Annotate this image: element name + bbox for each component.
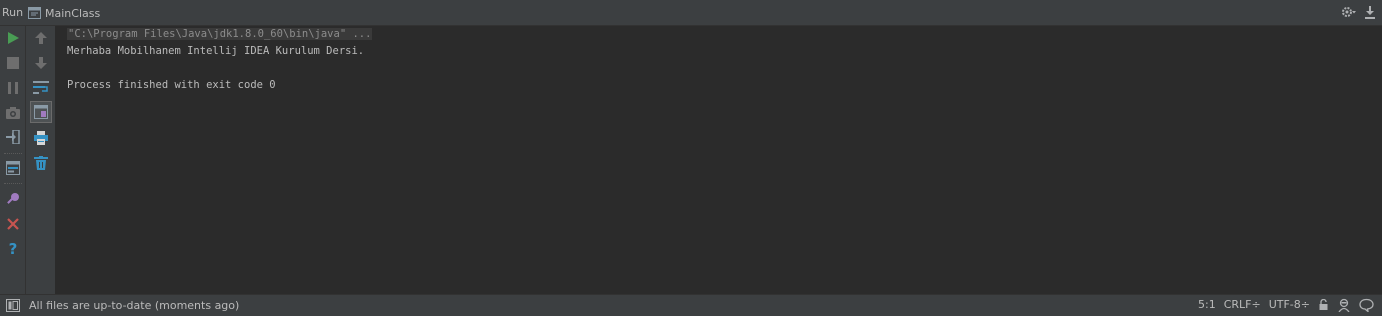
toolbar-separator: [4, 153, 22, 154]
toolbar-separator: [4, 183, 22, 184]
run-tool-window-header: Run MainClass: [0, 0, 1382, 26]
rerun-button[interactable]: [3, 28, 23, 48]
next-occurrence-button[interactable]: [30, 52, 52, 74]
line-separator-selector[interactable]: CRLF÷: [1224, 298, 1261, 312]
pause-button[interactable]: [3, 78, 23, 98]
status-bar: All files are up-to-date (moments ago) 5…: [0, 294, 1382, 316]
help-button[interactable]: ?: [3, 239, 23, 259]
scroll-to-end-button[interactable]: [30, 101, 52, 123]
tab-label: MainClass: [45, 6, 101, 20]
stop-icon: [7, 57, 19, 69]
previous-occurrence-button[interactable]: [30, 27, 52, 49]
event-log-icon[interactable]: [1359, 298, 1374, 312]
encoding-selector[interactable]: UTF-8÷: [1269, 298, 1310, 312]
console-line: Process finished with exit code 0: [67, 79, 276, 91]
tab-mainclass[interactable]: MainClass: [28, 5, 100, 21]
caret-position[interactable]: 5:1: [1198, 298, 1216, 312]
clear-all-button[interactable]: [30, 152, 52, 174]
dump-threads-icon: [6, 107, 20, 119]
console-line: Merhaba Mobilhanem Intellij IDEA Kurulum…: [67, 45, 365, 57]
dump-threads-button[interactable]: [3, 103, 23, 123]
close-icon: [7, 218, 19, 230]
console-actions-toolbar: [26, 26, 56, 294]
print-icon: [34, 131, 48, 145]
print-button[interactable]: [30, 127, 52, 149]
hector-inspector-icon[interactable]: [1337, 298, 1351, 312]
clear-all-icon: [34, 156, 48, 170]
soft-wrap-button[interactable]: [30, 77, 52, 99]
close-button[interactable]: [3, 214, 23, 234]
up-arrow-icon: [35, 32, 47, 44]
settings-gear-icon[interactable]: [1340, 5, 1356, 19]
stop-button[interactable]: [3, 53, 23, 73]
run-actions-toolbar: ?: [0, 26, 26, 294]
down-arrow-icon: [35, 57, 47, 69]
rerun-icon: [8, 32, 19, 44]
console-output[interactable]: "C:\Program Files\Java\jdk1.8.0_60\bin\j…: [56, 26, 1382, 294]
help-icon: ?: [8, 240, 18, 258]
run-config-icon: [28, 7, 41, 19]
pin-button[interactable]: [3, 189, 23, 209]
toggle-tool-windows-icon[interactable]: [6, 299, 20, 312]
java-command-line: "C:\Program Files\Java\jdk1.8.0_60\bin\j…: [67, 28, 373, 40]
scroll-to-end-icon: [34, 105, 48, 119]
lock-icon[interactable]: [1318, 299, 1329, 311]
exit-button[interactable]: [3, 127, 23, 147]
exit-icon: [6, 130, 20, 144]
soft-wrap-icon: [33, 81, 49, 94]
tool-window-title: Run: [2, 6, 24, 19]
status-message[interactable]: All files are up-to-date (moments ago): [29, 299, 239, 312]
restore-layout-icon: [6, 161, 20, 175]
pause-icon: [8, 82, 18, 94]
hide-panel-icon[interactable]: [1364, 5, 1376, 19]
pin-icon: [7, 193, 19, 204]
restore-layout-button[interactable]: [3, 158, 23, 178]
